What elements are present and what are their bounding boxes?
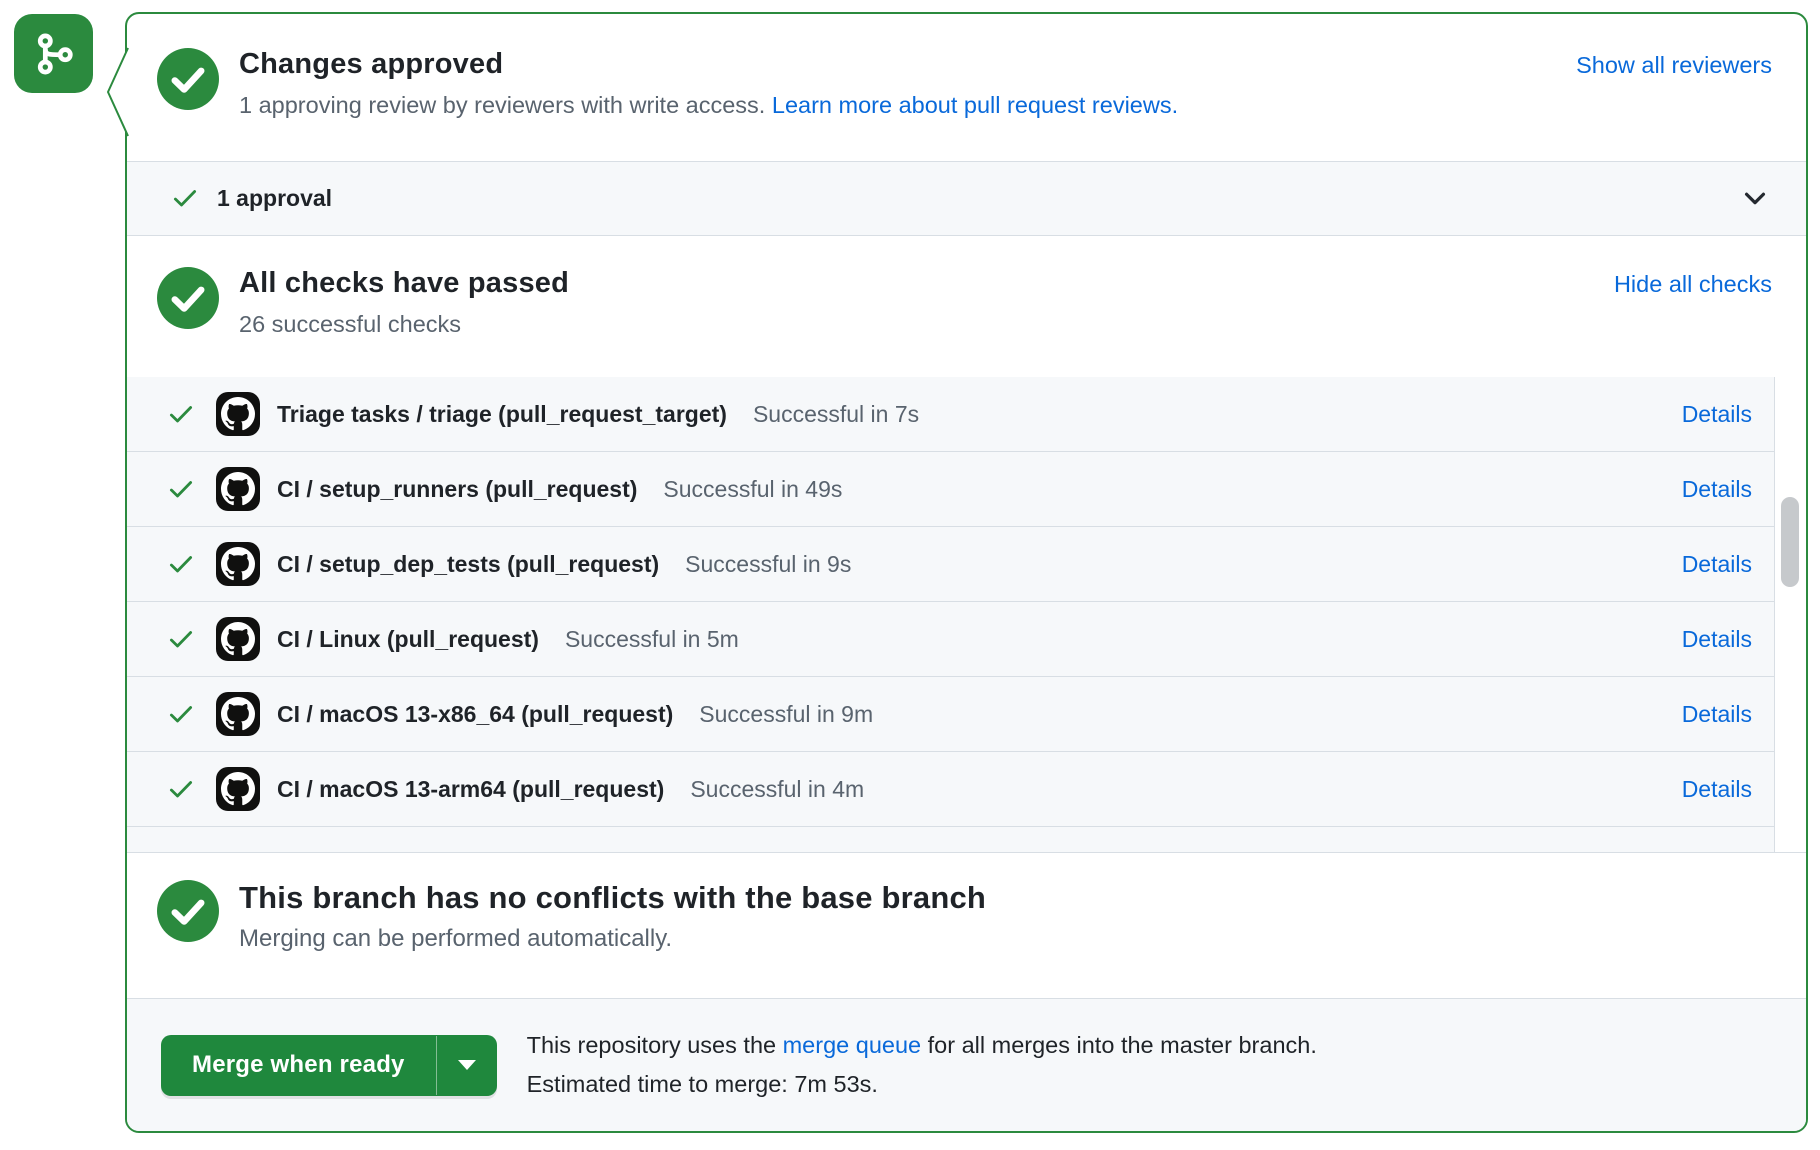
merge-when-ready-button[interactable]: Merge when ready bbox=[161, 1035, 497, 1096]
check-details-link[interactable]: Details bbox=[1682, 551, 1752, 578]
merge-queue-badge bbox=[14, 14, 93, 93]
success-check-icon bbox=[167, 475, 195, 503]
checks-title: All checks have passed bbox=[239, 267, 569, 300]
check-details-link[interactable]: Details bbox=[1682, 626, 1752, 653]
chevron-down-icon bbox=[1740, 183, 1770, 213]
check-name: CI / setup_dep_tests (pull_request) bbox=[277, 551, 659, 578]
merge-options-dropdown[interactable] bbox=[437, 1035, 497, 1096]
merge-footer: Merge when ready This repository uses th… bbox=[127, 998, 1806, 1131]
review-title: Changes approved bbox=[239, 48, 1178, 81]
check-name: CI / macOS 13-x86_64 (pull_request) bbox=[277, 701, 673, 728]
github-actions-icon bbox=[216, 692, 260, 736]
approved-check-icon bbox=[157, 48, 219, 110]
approval-summary-label: 1 approval bbox=[217, 185, 332, 212]
check-status: Successful in 49s bbox=[663, 476, 842, 503]
approval-check-icon bbox=[171, 184, 199, 212]
checks-passed-icon bbox=[157, 267, 219, 329]
check-name: CI / setup_runners (pull_request) bbox=[277, 476, 637, 503]
check-row: CI / macOS 13-arm64 (pull_request) Succe… bbox=[127, 752, 1774, 827]
check-row: CI / setup_runners (pull_request) Succes… bbox=[127, 452, 1774, 527]
merge-button-label: Merge when ready bbox=[161, 1035, 436, 1096]
merge-estimate-line: Estimated time to merge: 7m 53s. bbox=[527, 1065, 1317, 1104]
conflicts-title: This branch has no conflicts with the ba… bbox=[239, 880, 986, 916]
merge-info-prefix: This repository uses the bbox=[527, 1032, 783, 1058]
merge-info-suffix: for all merges into the master branch. bbox=[921, 1032, 1317, 1058]
conflicts-subtitle: Merging can be performed automatically. bbox=[239, 925, 986, 953]
check-row: CI / macOS 13-x86_64 (pull_request) Succ… bbox=[127, 677, 1774, 752]
check-details-link[interactable]: Details bbox=[1682, 476, 1752, 503]
box-pointer-notch bbox=[105, 47, 129, 137]
github-actions-icon bbox=[216, 767, 260, 811]
github-actions-icon bbox=[216, 617, 260, 661]
success-check-icon bbox=[167, 700, 195, 728]
review-subtitle-text: 1 approving review by reviewers with wri… bbox=[239, 92, 772, 118]
approval-summary-row[interactable]: 1 approval bbox=[127, 161, 1806, 236]
success-check-icon bbox=[167, 550, 195, 578]
check-row: CI / setup_dep_tests (pull_request) Succ… bbox=[127, 527, 1774, 602]
conflicts-section: This branch has no conflicts with the ba… bbox=[127, 853, 1806, 998]
check-status: Successful in 9m bbox=[699, 701, 873, 728]
review-learn-more-link[interactable]: Learn more about pull request reviews. bbox=[772, 92, 1178, 118]
check-row-partial bbox=[127, 827, 1774, 853]
merge-queue-link[interactable]: merge queue bbox=[783, 1032, 922, 1058]
caret-down-icon bbox=[458, 1060, 476, 1070]
hide-all-checks-link[interactable]: Hide all checks bbox=[1614, 271, 1772, 298]
checks-subtitle: 26 successful checks bbox=[239, 311, 569, 338]
check-details-link[interactable]: Details bbox=[1682, 401, 1752, 428]
check-name: Triage tasks / triage (pull_request_targ… bbox=[277, 401, 727, 428]
github-actions-icon bbox=[216, 467, 260, 511]
check-name: CI / Linux (pull_request) bbox=[277, 626, 539, 653]
check-name: CI / macOS 13-arm64 (pull_request) bbox=[277, 776, 664, 803]
check-status: Successful in 7s bbox=[753, 401, 919, 428]
review-text: Changes approved 1 approving review by r… bbox=[239, 48, 1178, 161]
review-subtitle: 1 approving review by reviewers with wri… bbox=[239, 92, 1178, 119]
merge-queue-line: This repository uses the merge queue for… bbox=[527, 1026, 1317, 1065]
checks-header-text: All checks have passed 26 successful che… bbox=[239, 267, 569, 378]
github-actions-icon bbox=[216, 542, 260, 586]
checks-list: Triage tasks / triage (pull_request_targ… bbox=[127, 377, 1806, 853]
github-actions-icon bbox=[216, 392, 260, 436]
check-status: Successful in 4m bbox=[690, 776, 864, 803]
merge-info-text: This repository uses the merge queue for… bbox=[527, 1026, 1317, 1104]
checks-section-header: All checks have passed 26 successful che… bbox=[127, 236, 1806, 378]
check-details-link[interactable]: Details bbox=[1682, 701, 1752, 728]
check-status: Successful in 9s bbox=[685, 551, 851, 578]
git-merge-queue-icon bbox=[25, 25, 83, 83]
check-row: CI / Linux (pull_request) Successful in … bbox=[127, 602, 1774, 677]
success-check-icon bbox=[167, 775, 195, 803]
show-all-reviewers-link[interactable]: Show all reviewers bbox=[1576, 52, 1772, 79]
pr-merge-status-page: Changes approved 1 approving review by r… bbox=[0, 0, 1820, 1150]
review-section: Changes approved 1 approving review by r… bbox=[127, 14, 1806, 161]
checks-rows: Triage tasks / triage (pull_request_targ… bbox=[127, 377, 1775, 853]
success-check-icon bbox=[167, 625, 195, 653]
success-check-icon bbox=[167, 400, 195, 428]
check-status: Successful in 5m bbox=[565, 626, 739, 653]
scrollbar-thumb[interactable] bbox=[1781, 497, 1799, 587]
merge-status-box: Changes approved 1 approving review by r… bbox=[125, 12, 1808, 1133]
no-conflicts-check-icon bbox=[157, 880, 219, 942]
conflicts-text: This branch has no conflicts with the ba… bbox=[239, 880, 986, 998]
check-details-link[interactable]: Details bbox=[1682, 776, 1752, 803]
check-row: Triage tasks / triage (pull_request_targ… bbox=[127, 377, 1774, 452]
